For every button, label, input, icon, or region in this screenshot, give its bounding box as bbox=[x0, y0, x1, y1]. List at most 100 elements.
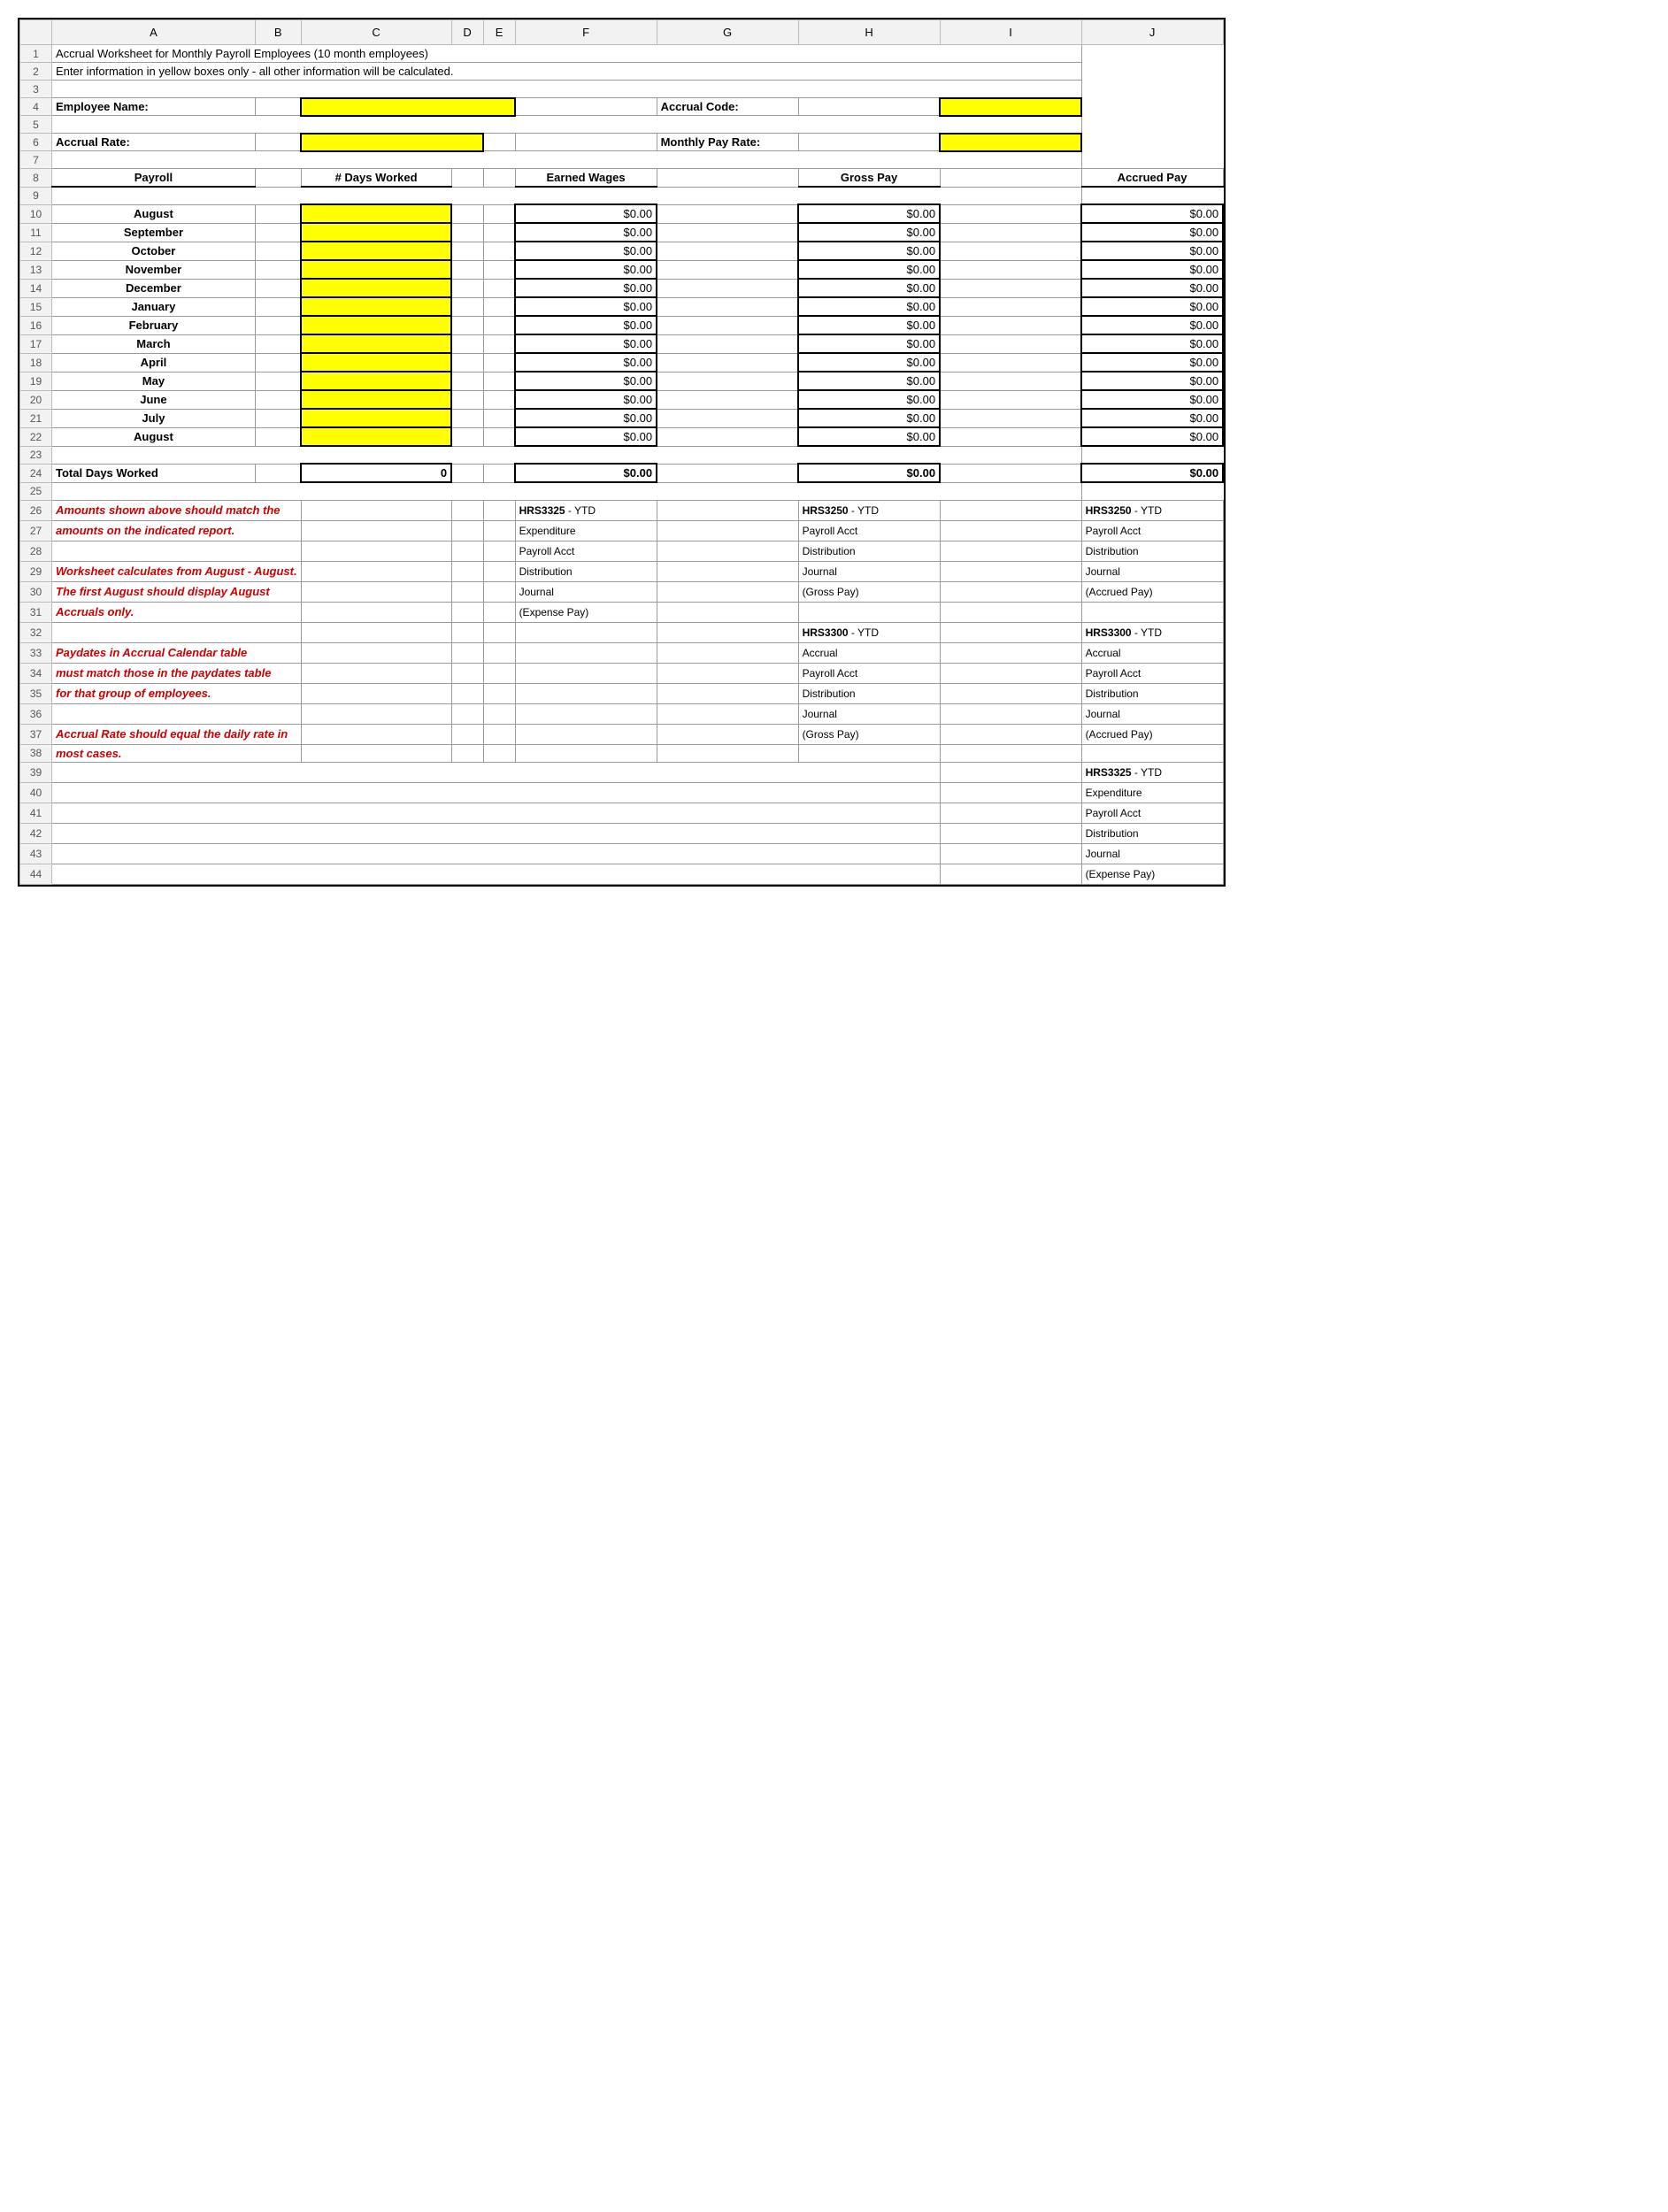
accrued-september: $0.00 bbox=[1081, 223, 1223, 242]
days-june-input[interactable] bbox=[301, 390, 451, 409]
row38-i bbox=[940, 744, 1081, 762]
accrual-rate-input[interactable] bbox=[301, 134, 483, 151]
ref-j-row34: Payroll Acct bbox=[1081, 663, 1223, 683]
row13-b bbox=[255, 260, 301, 279]
row18-i bbox=[940, 353, 1081, 372]
ref-j-row41: Payroll Acct bbox=[1081, 803, 1223, 823]
gross-pay-header: Gross Pay bbox=[798, 169, 940, 188]
days-april-input[interactable] bbox=[301, 353, 451, 372]
total-accrued-val: $0.00 bbox=[1081, 464, 1223, 482]
row37-d bbox=[451, 724, 483, 744]
row11-i bbox=[940, 223, 1081, 242]
row-num-3: 3 bbox=[20, 81, 52, 98]
row28-e bbox=[483, 541, 515, 561]
row33-c bbox=[301, 642, 451, 663]
month-august-2: August bbox=[52, 427, 256, 446]
ref-h-row28: Distribution bbox=[798, 541, 940, 561]
row36-f bbox=[515, 703, 657, 724]
employee-name-input[interactable] bbox=[301, 98, 515, 116]
days-february-input[interactable] bbox=[301, 316, 451, 334]
row-37: 37 Accrual Rate should equal the daily r… bbox=[20, 724, 1224, 744]
row39-i bbox=[940, 762, 1081, 782]
row12-d bbox=[451, 242, 483, 260]
row-num-6: 6 bbox=[20, 134, 52, 151]
earned-august-2: $0.00 bbox=[515, 427, 657, 446]
row29-i bbox=[940, 561, 1081, 581]
row-25: 25 bbox=[20, 482, 1224, 500]
gross-february: $0.00 bbox=[798, 316, 940, 334]
days-november-input[interactable] bbox=[301, 260, 451, 279]
row24-i bbox=[940, 464, 1081, 482]
accrued-january: $0.00 bbox=[1081, 297, 1223, 316]
row-num-7: 7 bbox=[20, 151, 52, 169]
row11-b bbox=[255, 223, 301, 242]
row11-d bbox=[451, 223, 483, 242]
gross-september: $0.00 bbox=[798, 223, 940, 242]
ref-j-row35: Distribution bbox=[1081, 683, 1223, 703]
gross-march: $0.00 bbox=[798, 334, 940, 353]
row43-i bbox=[940, 843, 1081, 864]
row31-j bbox=[1081, 602, 1223, 622]
note-line7: must match those in the paydates table bbox=[52, 663, 302, 683]
days-september-input[interactable] bbox=[301, 223, 451, 242]
row-num-40: 40 bbox=[20, 782, 52, 803]
row17-d bbox=[451, 334, 483, 353]
monthly-pay-rate-label: Monthly Pay Rate: bbox=[657, 134, 798, 151]
row22-b bbox=[255, 427, 301, 446]
ref-f-row26: HRS3325 - YTD bbox=[515, 500, 657, 520]
days-october-input[interactable] bbox=[301, 242, 451, 260]
row6-e bbox=[483, 134, 515, 151]
days-july-input[interactable] bbox=[301, 409, 451, 427]
days-january-input[interactable] bbox=[301, 297, 451, 316]
accrued-august-2: $0.00 bbox=[1081, 427, 1223, 446]
monthly-pay-rate-input[interactable] bbox=[940, 134, 1081, 151]
row-num-43: 43 bbox=[20, 843, 52, 864]
row-2: 2 Enter information in yellow boxes only… bbox=[20, 63, 1224, 81]
row-num-24: 24 bbox=[20, 464, 52, 482]
days-august-2-input[interactable] bbox=[301, 427, 451, 446]
days-march-input[interactable] bbox=[301, 334, 451, 353]
row31-g bbox=[657, 602, 798, 622]
row-num-28: 28 bbox=[20, 541, 52, 561]
earned-wages-header: Earned Wages bbox=[515, 169, 657, 188]
ref-h-row29: Journal bbox=[798, 561, 940, 581]
earned-july: $0.00 bbox=[515, 409, 657, 427]
row8-i bbox=[940, 169, 1081, 188]
days-may-input[interactable] bbox=[301, 372, 451, 390]
ref-f-row27: Expenditure bbox=[515, 520, 657, 541]
row27-i bbox=[940, 520, 1081, 541]
row-33: 33 Paydates in Accrual Calendar table Ac… bbox=[20, 642, 1224, 663]
accrued-december: $0.00 bbox=[1081, 279, 1223, 297]
row11-e bbox=[483, 223, 515, 242]
gross-august-2: $0.00 bbox=[798, 427, 940, 446]
row-num-12: 12 bbox=[20, 242, 52, 260]
gross-november: $0.00 bbox=[798, 260, 940, 279]
row16-b bbox=[255, 316, 301, 334]
row18-g bbox=[657, 353, 798, 372]
ref-h-row36: Journal bbox=[798, 703, 940, 724]
row-num-31: 31 bbox=[20, 602, 52, 622]
col-header-J: J bbox=[1081, 20, 1223, 45]
row-42: 42 Distribution bbox=[20, 823, 1224, 843]
month-july: July bbox=[52, 409, 256, 427]
row-15: 15 January $0.00 $0.00 $0.00 bbox=[20, 297, 1224, 316]
row-9-empty bbox=[52, 187, 1082, 204]
days-august-1-input[interactable] bbox=[301, 204, 451, 223]
accrual-code-input[interactable] bbox=[940, 98, 1081, 116]
row-num-38: 38 bbox=[20, 744, 52, 762]
row22-g bbox=[657, 427, 798, 446]
row10-e bbox=[483, 204, 515, 223]
row36-d bbox=[451, 703, 483, 724]
col-header-I: I bbox=[940, 20, 1081, 45]
row36-i bbox=[940, 703, 1081, 724]
row15-i bbox=[940, 297, 1081, 316]
ref-f-row30: Journal bbox=[515, 581, 657, 602]
row19-e bbox=[483, 372, 515, 390]
row12-g bbox=[657, 242, 798, 260]
row44-i bbox=[940, 864, 1081, 884]
note-line2: amounts on the indicated report. bbox=[52, 520, 302, 541]
col-header-H: H bbox=[798, 20, 940, 45]
days-december-input[interactable] bbox=[301, 279, 451, 297]
note-line9: Accrual Rate should equal the daily rate… bbox=[52, 724, 302, 744]
row-num-34: 34 bbox=[20, 663, 52, 683]
